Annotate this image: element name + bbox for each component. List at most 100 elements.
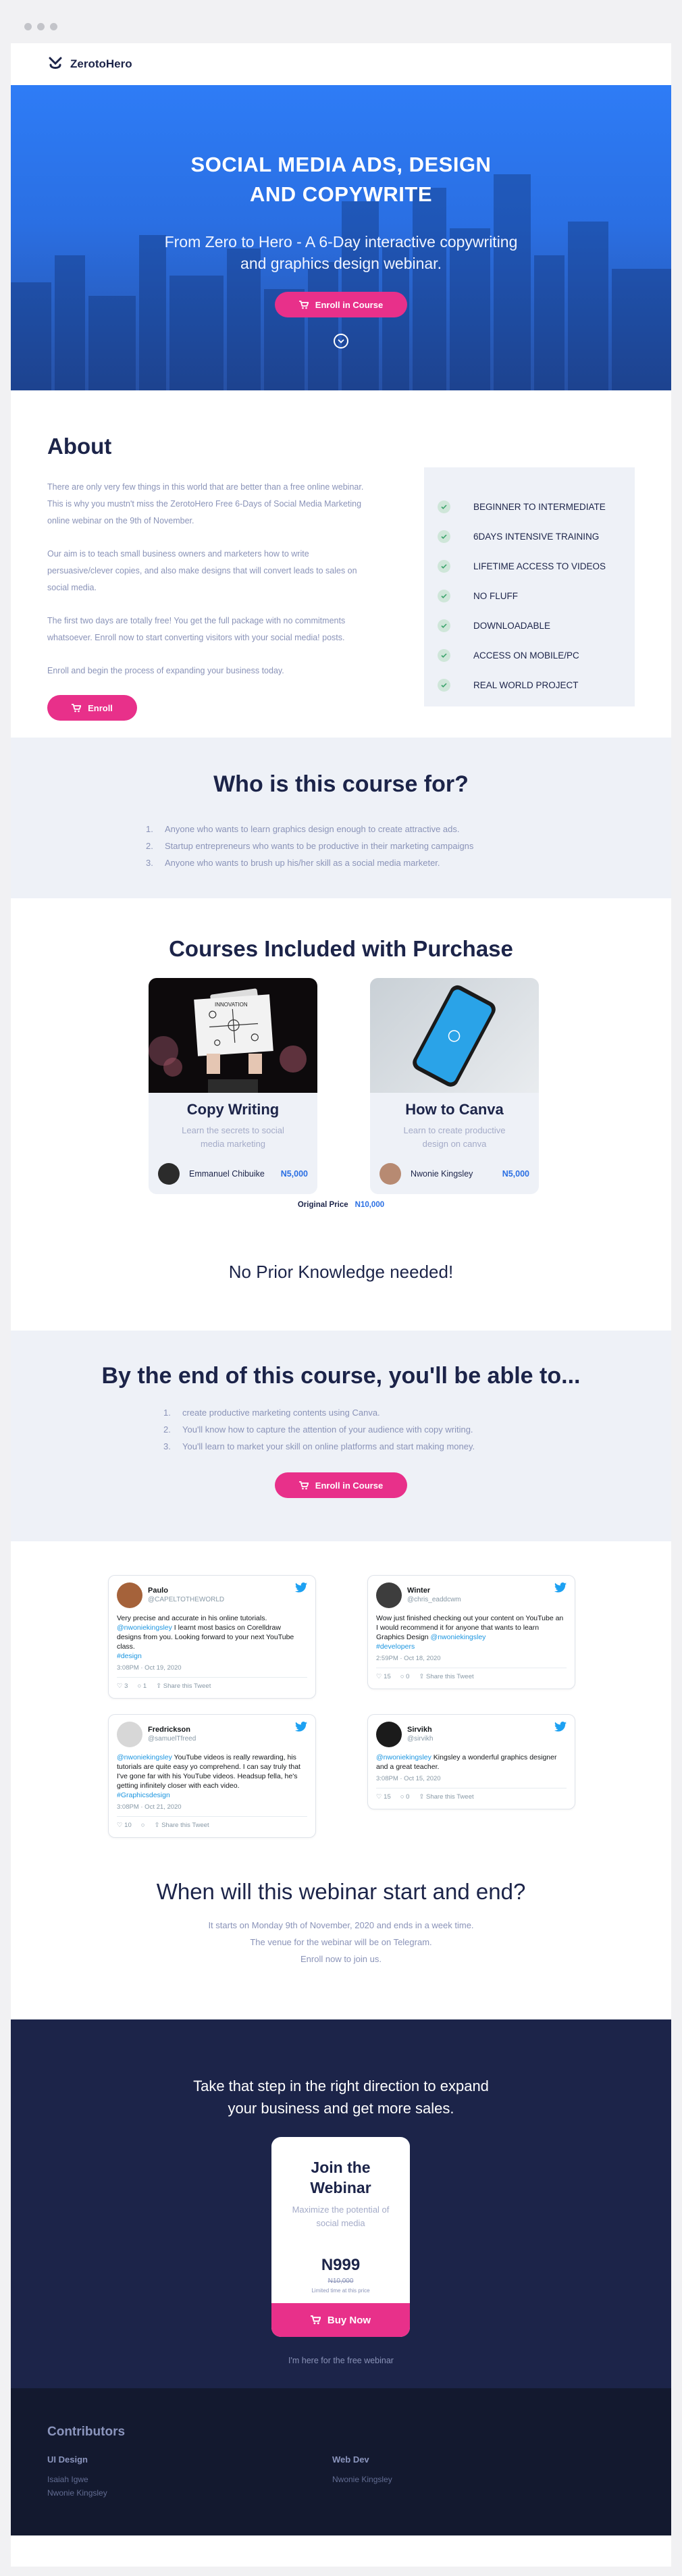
feature-label: NO FLUFF: [473, 590, 518, 601]
about-section: About There are only very few things in …: [11, 390, 671, 738]
tweet-actions: ♡ 3 ○ 1 ⇪ Share this Tweet: [117, 1677, 307, 1691]
about-text: There are only very few things in this w…: [47, 479, 371, 696]
tweet-actions: ♡ 15 ○ 0 ⇪ Share this Tweet: [376, 1668, 567, 1682]
plan-old-price: N10,000: [327, 2277, 354, 2285]
free-webinar-link[interactable]: I'm here for the free webinar: [11, 2356, 671, 2365]
check-icon: [438, 648, 450, 662]
feature-item: BEGINNER TO INTERMEDIATE: [438, 492, 635, 521]
course-author: Nwonie Kingsley: [411, 1169, 473, 1179]
footer: Contributors UI Design Isaiah Igwe Nwoni…: [11, 2388, 671, 2535]
pricing-card: Join the Webinar Maximize the potential …: [271, 2137, 410, 2337]
contributor-name: Isaiah Igwe: [47, 2475, 88, 2484]
about-paragraph: The first two days are totally free! You…: [47, 616, 346, 642]
share-tweet-link[interactable]: ⇪ Share this Tweet: [419, 1672, 473, 1682]
twitter-icon[interactable]: [554, 1722, 567, 1732]
tweet-text: Very precise and accurate in his online …: [117, 1614, 267, 1622]
feature-label: REAL WORLD PROJECT: [473, 679, 579, 690]
tweet-handle: @samuelTfreed: [148, 1735, 196, 1743]
reply-count[interactable]: ○ 0: [400, 1793, 410, 1802]
share-tweet-link[interactable]: ⇪ Share this Tweet: [154, 1821, 209, 1830]
plan-description: Maximize the potential of social media: [292, 2205, 390, 2228]
like-count[interactable]: ♡ 15: [376, 1793, 391, 1802]
tweet-mention[interactable]: @nwoniekingsley: [376, 1753, 431, 1761]
hero-section: SOCIAL MEDIA ADS, DESIGN AND COPYWRITE F…: [11, 85, 671, 390]
hero-subtitle-line-1: From Zero to Hero - A 6-Day interactive …: [164, 233, 518, 251]
tweet-mention[interactable]: @nwoniekingsley: [117, 1624, 172, 1632]
tweet-timestamp: 3:08PM · Oct 21, 2020: [117, 1803, 182, 1811]
schedule-details: It starts on Monday 9th of November, 202…: [11, 1917, 671, 1967]
contributor-group-title: UI Design: [47, 2454, 88, 2465]
outcomes-section: By the end of this course, you'll be abl…: [11, 1331, 671, 1541]
audience-section: Who is this course for? 1. Anyone who wan…: [11, 738, 671, 898]
board-text: INNOVATION: [215, 1002, 248, 1008]
course-card[interactable]: INNOVATION Copy Writing Learn the secret…: [149, 978, 317, 1194]
plan-price: N999: [321, 2256, 361, 2274]
tweet-card[interactable]: Fredrickson @samuelTfreed @nwoniekingsley…: [108, 1714, 316, 1838]
avatar: [117, 1722, 142, 1747]
course-card[interactable]: How to Canva Learn to create productive …: [370, 978, 539, 1194]
tweet-actions: ♡ 15 ○ 0 ⇪ Share this Tweet: [376, 1788, 567, 1802]
feature-item: ACCESS ON MOBILE/PC: [438, 640, 635, 670]
cart-icon: [310, 2315, 321, 2325]
avatar: [158, 1163, 180, 1185]
twitter-icon[interactable]: [295, 1582, 307, 1593]
feature-item: NO FLUFF: [438, 581, 635, 611]
about-enroll-button[interactable]: Enroll: [47, 695, 137, 721]
tweet-author: Sirvikh: [407, 1726, 432, 1734]
tweet-timestamp: 3:08PM · Oct 19, 2020: [117, 1664, 182, 1672]
avatar: [376, 1582, 402, 1608]
contributor-group: Web Dev Nwonie Kingsley: [332, 2454, 392, 2486]
like-count[interactable]: ♡ 10: [117, 1821, 132, 1830]
list-item: 2. Startup entrepreneurs who wants to be …: [146, 841, 474, 851]
feature-label: 6DAYS INTENSIVE TRAINING: [473, 531, 600, 542]
outcomes-enroll-button[interactable]: Enroll in Course: [275, 1472, 407, 1498]
no-prior-knowledge: No Prior Knowledge needed!: [228, 1262, 454, 1282]
feature-label: DOWNLOADABLE: [473, 620, 551, 631]
hero-title-line-2: AND COPYWRITE: [250, 182, 432, 206]
course-description: Learn the secrets to social media market…: [182, 1125, 284, 1149]
reply-icon[interactable]: ○: [141, 1821, 145, 1830]
minimize-dot[interactable]: [37, 23, 45, 30]
brand-logo[interactable]: ZerotoHero: [47, 56, 132, 72]
contributor-name: Nwonie Kingsley: [332, 2475, 392, 2484]
tweet-timestamp: 2:59PM · Oct 18, 2020: [376, 1655, 441, 1662]
contributor-name: Nwonie Kingsley: [47, 2488, 107, 2498]
feature-item: 6DAYS INTENSIVE TRAINING: [438, 521, 635, 551]
course-image: [370, 978, 539, 1093]
pricing-cta-section: Take that step in the right direction to…: [11, 2019, 671, 2388]
reply-count[interactable]: ○ 1: [137, 1682, 147, 1691]
hero-enroll-button[interactable]: Enroll in Course: [275, 292, 407, 317]
twitter-icon[interactable]: [295, 1722, 307, 1732]
tweet-mention[interactable]: @nwoniekingsley: [431, 1633, 486, 1641]
tweet-card[interactable]: Paulo @CAPELTOTHEWORLD Very precise and a…: [108, 1575, 316, 1699]
tweet-handle: @chris_eaddcwm: [407, 1596, 461, 1603]
about-enroll-label: Enroll: [88, 702, 113, 713]
hero-title: SOCIAL MEDIA ADS, DESIGN AND COPYWRITE: [11, 150, 671, 209]
scroll-down-icon[interactable]: [334, 334, 348, 349]
outcomes-list: 1. create productive marketing contents u…: [163, 1404, 671, 1455]
like-count[interactable]: ♡ 15: [376, 1672, 391, 1682]
maximize-dot[interactable]: [50, 23, 57, 30]
innovation-board-image: INNOVATION: [149, 988, 307, 1093]
window-controls: [24, 23, 57, 30]
tweet-author: Fredrickson: [148, 1726, 190, 1734]
close-dot[interactable]: [24, 23, 32, 30]
about-paragraph: There are only very few things in this w…: [47, 482, 364, 525]
share-tweet-link[interactable]: ⇪ Share this Tweet: [419, 1793, 473, 1802]
tweet-card[interactable]: Winter @chris_eaddcwm Wow just finished c…: [367, 1575, 575, 1689]
features-panel: BEGINNER TO INTERMEDIATE 6DAYS INTENSIVE…: [424, 467, 635, 706]
like-count[interactable]: ♡ 3: [117, 1682, 128, 1691]
tweet-hashtag[interactable]: #developers: [376, 1642, 567, 1651]
feature-label: ACCESS ON MOBILE/PC: [473, 650, 579, 661]
tweet-hashtag[interactable]: #design: [117, 1651, 307, 1661]
tweet-card[interactable]: Sirvikh @sirvikh @nwoniekingsley Kingsley…: [367, 1714, 575, 1809]
courses-section: Courses Included with Purchase INNOVATIO…: [11, 898, 671, 1213]
reply-count[interactable]: ○ 0: [400, 1672, 410, 1682]
schedule-line: The venue for the webinar will be on Tel…: [250, 1937, 432, 1947]
hero-subtitle: From Zero to Hero - A 6-Day interactive …: [11, 231, 671, 274]
tweet-mention[interactable]: @nwoniekingsley: [117, 1753, 172, 1761]
twitter-icon[interactable]: [554, 1582, 567, 1593]
buy-now-button[interactable]: Buy Now: [271, 2303, 410, 2337]
share-tweet-link[interactable]: ⇪ Share this Tweet: [156, 1682, 211, 1691]
tweet-hashtag[interactable]: #Graphicsdesign: [117, 1791, 307, 1800]
